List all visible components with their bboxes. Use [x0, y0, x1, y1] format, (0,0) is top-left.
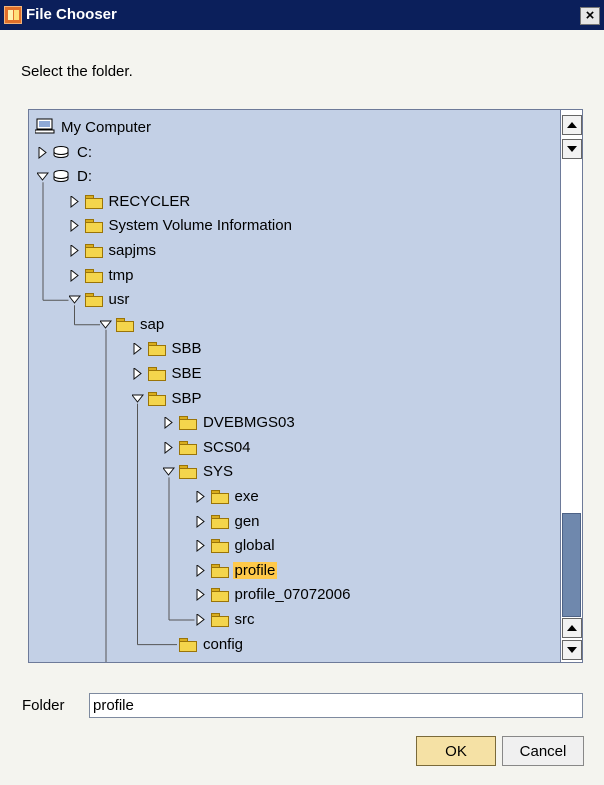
folder-icon — [210, 539, 229, 554]
collapsed-icon[interactable] — [69, 269, 81, 282]
tree-node-label: tmp — [108, 266, 134, 284]
collapsed-icon[interactable] — [37, 146, 49, 159]
folder-icon — [84, 268, 103, 283]
tree-node-label: profile — [232, 561, 278, 579]
collapsed-icon[interactable] — [69, 195, 81, 208]
folder-icon — [179, 416, 197, 431]
scroll-up-button-bottom[interactable] — [562, 618, 582, 638]
collapsed-icon[interactable] — [195, 614, 207, 626]
cancel-button[interactable]: Cancel — [502, 736, 584, 766]
tree-node-label: global — [234, 537, 275, 555]
drive-icon — [53, 170, 69, 183]
arrow-down-icon — [567, 146, 577, 152]
folder-icon — [210, 514, 229, 529]
tree-node-label: SBE — [171, 365, 202, 382]
folder-icon — [147, 391, 166, 406]
tree-node-label: exe — [234, 488, 259, 505]
folder-icon — [148, 662, 166, 663]
arrow-up-icon — [567, 625, 577, 631]
vertical-scrollbar[interactable] — [560, 110, 582, 662]
scroll-up-button[interactable] — [562, 115, 582, 135]
scroll-down-button-bottom[interactable] — [562, 640, 582, 660]
expanded-icon[interactable] — [163, 466, 175, 478]
collapsed-icon[interactable] — [163, 441, 175, 454]
tree-node-label: SYS — [203, 463, 234, 481]
collapsed-icon[interactable] — [69, 245, 81, 257]
collapsed-icon[interactable] — [195, 564, 207, 577]
tree-node-label: sap — [140, 315, 165, 333]
tree-node-label: D: — [77, 168, 92, 186]
collapsed-icon[interactable] — [132, 343, 144, 356]
tree-node-label: config — [203, 635, 244, 653]
drive-icon — [53, 145, 69, 158]
collapsed-icon[interactable] — [132, 368, 144, 380]
tree-node-label: SPY — [170, 660, 204, 662]
computer-icon — [35, 118, 55, 134]
expanded-icon[interactable] — [37, 171, 49, 183]
tree-node-label: RECYCLER — [108, 192, 191, 210]
scroll-thumb[interactable] — [562, 513, 581, 617]
collapsed-icon[interactable] — [195, 491, 207, 503]
tree-node-label: System Volume Information — [108, 217, 292, 235]
scroll-down-button[interactable] — [562, 139, 582, 159]
folder-icon — [84, 293, 103, 308]
folder-tree[interactable]: My Computer C: D: RECYCLER System Volume Inf… — [28, 109, 583, 663]
folder-icon — [179, 440, 197, 455]
collapsed-icon[interactable] — [195, 540, 207, 553]
arrow-down-icon — [567, 647, 577, 653]
folder-label: Folder — [22, 697, 65, 714]
tree-node-label: profile_07072006 — [234, 586, 351, 604]
collapsed-icon[interactable] — [195, 515, 207, 528]
tree-node-label: My Computer — [61, 119, 152, 136]
folder-icon — [147, 342, 166, 357]
collapsed-icon[interactable] — [195, 589, 207, 602]
app-icon — [4, 6, 22, 24]
tree-node-label: DVEBMGS03 — [203, 414, 295, 432]
ok-button[interactable]: OK — [416, 736, 496, 766]
tree-node-label: C: — [77, 143, 92, 161]
tree-node-label: gen — [234, 512, 260, 530]
close-button[interactable]: × — [580, 7, 600, 25]
window-title: File Chooser — [26, 6, 117, 23]
tree-node-label: SBP — [171, 389, 202, 407]
folder-icon — [210, 563, 229, 578]
folder-icon — [210, 613, 229, 627]
folder-icon — [84, 244, 103, 258]
folder-icon — [179, 637, 197, 652]
title-bar[interactable]: File Chooser × — [0, 0, 604, 30]
folder-icon — [84, 219, 103, 234]
tree-node-label: SCS04 — [203, 438, 251, 456]
expanded-icon[interactable] — [68, 294, 81, 306]
prompt-text: Select the folder. — [21, 63, 133, 80]
expanded-icon[interactable] — [131, 393, 144, 405]
arrow-up-icon — [567, 122, 577, 128]
tree-node-label: SBB — [171, 340, 202, 358]
expanded-icon[interactable] — [100, 319, 112, 331]
tree-node-label: sapjms — [108, 242, 157, 259]
folder-input[interactable] — [89, 693, 583, 718]
tree-node-label: src — [234, 611, 255, 628]
folder-icon — [179, 465, 197, 480]
folder-icon — [147, 367, 166, 381]
folder-icon — [116, 317, 134, 332]
collapsed-icon[interactable] — [69, 220, 81, 233]
folder-icon — [210, 588, 229, 603]
collapsed-icon[interactable] — [163, 417, 175, 430]
folder-icon — [210, 490, 229, 504]
folder-icon — [84, 194, 103, 209]
tree-node-label: usr — [108, 291, 130, 309]
